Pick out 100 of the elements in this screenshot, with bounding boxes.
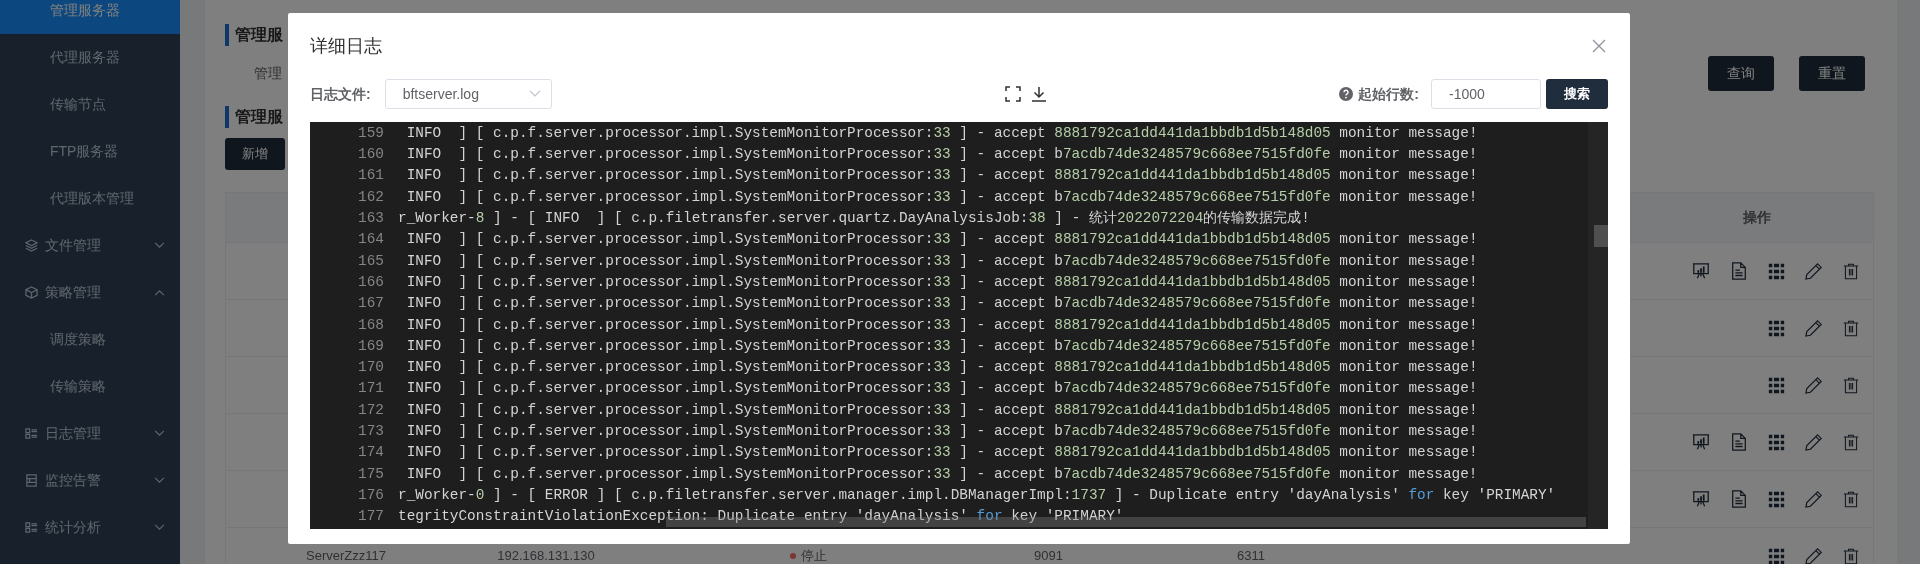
presentation-icon[interactable] bbox=[1692, 262, 1710, 280]
table-cell: ServerZzz117 bbox=[306, 549, 386, 563]
log-line: INFO ] [ c.p.f.server.processor.impl.SystemMonitorProcessor:33 ] - accept 8881792ca1dd441da1bbdb1d5b148d05 monitor message! bbox=[405, 166, 1478, 186]
presentation-icon[interactable] bbox=[1692, 490, 1710, 508]
title-bar bbox=[225, 106, 229, 128]
pencil-icon[interactable] bbox=[1805, 490, 1823, 508]
line-number: 163 bbox=[357, 209, 384, 229]
chevron-down-icon bbox=[154, 242, 165, 249]
line-number: 168 bbox=[357, 315, 384, 335]
line-number: 166 bbox=[357, 272, 384, 292]
status-text: 停止 bbox=[801, 549, 827, 563]
log-line: INFO ] [ c.p.f.server.processor.impl.SystemMonitorProcessor:33 ] - accept 8881792ca1dd441da1bbdb1d5b148d05 monitor message! bbox=[405, 443, 1478, 463]
line-number: 174 bbox=[357, 443, 384, 463]
filter-label: 管理 bbox=[254, 63, 282, 83]
log-line: INFO ] [ c.p.f.server.processor.impl.SystemMonitorProcessor:33 ] - accept b7acdb74de3248579c668ee7515fd0fe monitor message! bbox=[405, 187, 1478, 207]
menu-group[interactable]: 统计分析 bbox=[0, 504, 180, 551]
layers-icon bbox=[25, 239, 38, 252]
section-title: 管理服 bbox=[235, 107, 283, 127]
log-line: INFO ] [ c.p.f.server.processor.impl.SystemMonitorProcessor:33 ] - accept 8881792ca1dd441da1bbdb1d5b148d05 monitor message! bbox=[405, 272, 1478, 292]
log-line: INFO ] [ c.p.f.server.processor.impl.SystemMonitorProcessor:33 ] - accept b7acdb74de3248579c668ee7515fd0fe monitor message! bbox=[405, 336, 1478, 356]
menu-item[interactable]: 代理服务器 bbox=[0, 34, 180, 81]
document-icon[interactable] bbox=[1730, 433, 1748, 451]
trash-icon[interactable] bbox=[1843, 376, 1859, 394]
log-line: INFO ] [ c.p.f.server.processor.impl.SystemMonitorProcessor:33 ] - accept 8881792ca1dd441da1bbdb1d5b148d05 monitor message! bbox=[405, 230, 1478, 250]
chevron-up-icon bbox=[154, 289, 165, 296]
pencil-icon[interactable] bbox=[1805, 262, 1823, 280]
search-button[interactable]: 搜索 bbox=[1546, 79, 1608, 109]
section-title: 管理服 bbox=[235, 25, 283, 45]
line-number: 167 bbox=[357, 294, 384, 314]
table-cell: 192.168.131.130 bbox=[497, 549, 595, 563]
scrollbar-thumb[interactable] bbox=[1594, 225, 1608, 247]
trash-icon[interactable] bbox=[1843, 433, 1859, 451]
trash-icon[interactable] bbox=[1843, 547, 1859, 564]
menu-group[interactable]: 监控告警 bbox=[0, 457, 180, 504]
query-button[interactable]: 查询 bbox=[1708, 55, 1774, 91]
pencil-icon[interactable] bbox=[1805, 433, 1823, 451]
document-icon[interactable] bbox=[1730, 262, 1748, 280]
grid-icon[interactable] bbox=[1768, 319, 1785, 337]
line-number: 170 bbox=[357, 358, 384, 378]
add-button[interactable]: 新增 bbox=[225, 138, 285, 170]
start-line-input[interactable]: -1000 bbox=[1431, 79, 1541, 109]
chevron-down-icon bbox=[154, 430, 165, 437]
chevron-down-icon bbox=[154, 524, 165, 531]
line-number: 161 bbox=[357, 166, 384, 186]
column-header: 操作 bbox=[1743, 208, 1771, 227]
reset-button[interactable]: 重置 bbox=[1799, 55, 1865, 91]
download-icon[interactable] bbox=[1030, 86, 1047, 102]
fullscreen-icon[interactable] bbox=[1004, 86, 1021, 102]
menu-group[interactable]: 策略管理 bbox=[0, 269, 180, 316]
log-line: INFO ] [ c.p.f.server.processor.impl.SystemMonitorProcessor:33 ] - accept 8881792ca1dd441da1bbdb1d5b148d05 monitor message! bbox=[405, 315, 1478, 335]
grid-icon[interactable] bbox=[1768, 547, 1785, 564]
list-icon bbox=[25, 521, 38, 534]
table-cell: 6311 bbox=[1237, 549, 1265, 563]
menu-item[interactable]: 传输策略 bbox=[0, 363, 180, 410]
close-icon[interactable] bbox=[1592, 39, 1606, 53]
line-number: 177 bbox=[357, 507, 384, 527]
grid-icon[interactable] bbox=[1768, 433, 1785, 451]
line-number: 160 bbox=[357, 145, 384, 165]
line-number: 175 bbox=[357, 464, 384, 484]
log-line: r_Worker-0 ] - [ ERROR ] [ c.p.filetransfer.server.manager.impl.DBManagerImpl:1737 ] - Duplicate entry 'dayAnalysis' for key 'PRIMARY' bbox=[398, 485, 1556, 505]
panel-icon bbox=[25, 474, 38, 487]
line-number: 162 bbox=[357, 187, 384, 207]
pencil-icon[interactable] bbox=[1805, 376, 1823, 394]
trash-icon[interactable] bbox=[1843, 262, 1859, 280]
menu-item[interactable]: 调度策略 bbox=[0, 316, 180, 363]
menu-item[interactable]: 传输节点 bbox=[0, 81, 180, 128]
trash-icon[interactable] bbox=[1843, 319, 1859, 337]
grid-icon[interactable] bbox=[1768, 490, 1785, 508]
line-number: 176 bbox=[357, 485, 384, 505]
pencil-icon[interactable] bbox=[1805, 547, 1823, 564]
menu-item[interactable]: FTP服务器 bbox=[0, 128, 180, 175]
dialog-title: 详细日志 bbox=[310, 34, 382, 58]
log-line: INFO ] [ c.p.f.server.processor.impl.SystemMonitorProcessor:33 ] - accept 8881792ca1dd441da1bbdb1d5b148d05 monitor message! bbox=[405, 358, 1478, 378]
line-number: 169 bbox=[357, 336, 384, 356]
chevron-down-icon bbox=[528, 90, 541, 98]
line-number: 165 bbox=[357, 251, 384, 271]
log-line: INFO ] [ c.p.f.server.processor.impl.SystemMonitorProcessor:33 ] - accept b7acdb74de3248579c668ee7515fd0fe monitor message! bbox=[405, 379, 1478, 399]
menu-group[interactable]: 日志管理 bbox=[0, 410, 180, 457]
log-line: INFO ] [ c.p.f.server.processor.impl.SystemMonitorProcessor:33 ] - accept b7acdb74de3248579c668ee7515fd0fe monitor message! bbox=[405, 145, 1478, 165]
log-line: INFO ] [ c.p.f.server.processor.impl.SystemMonitorProcessor:33 ] - accept b7acdb74de3248579c668ee7515fd0fe monitor message! bbox=[405, 422, 1478, 441]
list-icon bbox=[25, 427, 38, 440]
trash-icon[interactable] bbox=[1843, 490, 1859, 508]
log-line: INFO ] [ c.p.f.server.processor.impl.SystemMonitorProcessor:33 ] - accept b7acdb74de3248579c668ee7515fd0fe monitor message! bbox=[405, 464, 1478, 484]
log-line: r_Worker-8 ] - [ INFO ] [ c.p.filetransfer.server.quartz.DayAnalysisJob:38 ] - 统计2022072204的传输数据完成! bbox=[398, 209, 1310, 229]
log-line: INFO ] [ c.p.f.server.processor.impl.SystemMonitorProcessor:33 ] - accept 8881792ca1dd441da1bbdb1d5b148d05 monitor message! bbox=[405, 400, 1478, 420]
menu-item[interactable]: 管理服务器 bbox=[0, 0, 180, 34]
help-icon[interactable] bbox=[1339, 87, 1354, 101]
log-line: tegrityConstraintViolationException: Duplicate entry 'dayAnalysis' for key 'PRIMARY' bbox=[398, 507, 1124, 527]
menu-item[interactable]: 代理版本管理 bbox=[0, 175, 180, 222]
document-icon[interactable] bbox=[1730, 490, 1748, 508]
line-number: 159 bbox=[357, 123, 384, 143]
file-select[interactable]: bftserver.log bbox=[384, 79, 552, 109]
line-number: 164 bbox=[357, 230, 384, 250]
line-number: 172 bbox=[357, 400, 384, 420]
presentation-icon[interactable] bbox=[1692, 433, 1710, 451]
menu-group[interactable]: 文件管理 bbox=[0, 222, 180, 269]
pencil-icon[interactable] bbox=[1805, 319, 1823, 337]
line-number: 173 bbox=[357, 422, 384, 441]
grid-icon[interactable] bbox=[1768, 262, 1785, 280]
grid-icon[interactable] bbox=[1768, 376, 1785, 394]
